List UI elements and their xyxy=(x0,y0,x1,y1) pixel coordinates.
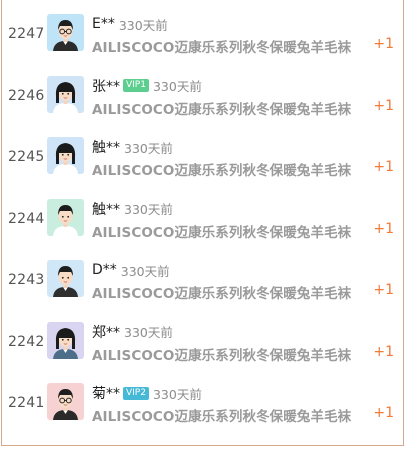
quantity-count: +1 xyxy=(373,36,394,52)
quantity-count: +1 xyxy=(373,343,394,360)
user-name: 触** xyxy=(92,140,120,156)
record-header: 触** 330天前 xyxy=(92,199,173,219)
quantity-count: +1 xyxy=(373,97,394,114)
time-ago: 330天前 xyxy=(152,79,202,94)
user-avatar xyxy=(47,75,84,113)
purchase-record-row: 2242 郑** 330天前 AILISCOCO迈康乐系列秋冬保暖兔羊毛袜 +1 xyxy=(2,321,403,384)
user-name: D** xyxy=(92,262,117,278)
vip-badge: VIP1 xyxy=(123,79,149,92)
time-ago: 330天前 xyxy=(124,325,173,340)
user-avatar xyxy=(47,14,84,51)
time-ago: 330天前 xyxy=(152,386,202,402)
record-header: 郑** 330天前 xyxy=(92,322,173,342)
user-avatar xyxy=(47,137,84,174)
quantity-count: +1 xyxy=(373,282,394,298)
record-number: 2247 xyxy=(8,26,45,42)
user-name: 触** xyxy=(92,201,120,218)
record-header: 张** VIP1 330天前 xyxy=(92,76,202,96)
user-avatar xyxy=(47,321,84,359)
vip-badge: VIP2 xyxy=(123,386,149,400)
product-name: AILISCOCO迈康乐系列秋冬保暖兔羊毛袜 xyxy=(92,347,352,364)
purchase-record-row: 2241 菊** VIP2 330天前 AILISCOCO迈康乐系列秋冬保暖兔羊… xyxy=(2,383,403,445)
product-name: AILISCOCO迈康乐系列秋冬保暖兔羊毛袜 xyxy=(92,101,352,118)
product-name: AILISCOCO迈康乐系列秋冬保暖兔羊毛袜 xyxy=(92,286,352,302)
quantity-count: +1 xyxy=(373,405,394,421)
record-number: 2243 xyxy=(8,272,45,288)
record-number: 2244 xyxy=(8,210,45,227)
user-name: 郑** xyxy=(92,324,120,341)
purchase-record-row: 2246 张** VIP1 330天前 AILISCOCO迈康乐系列秋冬保暖兔羊… xyxy=(2,75,403,138)
purchase-record-row: 2243 D** 330天前 AILISCOCO迈康乐系列秋冬保暖兔羊毛袜 +1 xyxy=(2,260,403,322)
record-number: 2241 xyxy=(8,395,45,411)
record-number: 2242 xyxy=(8,333,45,350)
product-name: AILISCOCO迈康乐系列秋冬保暖兔羊毛袜 xyxy=(92,40,352,56)
user-name: 张** xyxy=(92,78,120,95)
purchase-record-row: 2245 触** 330天前 AILISCOCO迈康乐系列秋冬保暖兔羊毛袜 +1 xyxy=(2,137,403,199)
purchase-record-row: 2244 触** 330天前 AILISCOCO迈康乐系列秋冬保暖兔羊毛袜 +1 xyxy=(2,198,403,261)
time-ago: 330天前 xyxy=(124,140,173,156)
time-ago: 330天前 xyxy=(120,263,170,279)
purchase-record-panel: 2247 E** 330天前 AILISCOCO迈康乐系列秋冬保暖兔羊毛袜 +1… xyxy=(1,0,404,446)
record-header: D** 330天前 xyxy=(92,260,170,280)
record-header: 菊** VIP2 330天前 xyxy=(92,383,202,403)
time-ago: 330天前 xyxy=(124,202,173,217)
record-header: E** 330天前 xyxy=(92,14,168,34)
product-name: AILISCOCO迈康乐系列秋冬保暖兔羊毛袜 xyxy=(92,224,352,241)
purchase-record-row: 2247 E** 330天前 AILISCOCO迈康乐系列秋冬保暖兔羊毛袜 +1 xyxy=(2,14,403,76)
user-avatar xyxy=(47,198,84,236)
record-number: 2245 xyxy=(8,149,45,165)
record-number: 2246 xyxy=(8,87,45,104)
time-ago: 330天前 xyxy=(118,17,168,33)
quantity-count: +1 xyxy=(373,220,394,237)
user-name: 菊** xyxy=(92,386,120,402)
user-name: E** xyxy=(92,16,115,32)
quantity-count: +1 xyxy=(373,159,394,175)
record-header: 触** 330天前 xyxy=(92,137,173,157)
user-avatar xyxy=(47,260,84,297)
product-name: AILISCOCO迈康乐系列秋冬保暖兔羊毛袜 xyxy=(92,409,352,425)
user-avatar xyxy=(47,383,84,420)
product-name: AILISCOCO迈康乐系列秋冬保暖兔羊毛袜 xyxy=(92,163,352,179)
